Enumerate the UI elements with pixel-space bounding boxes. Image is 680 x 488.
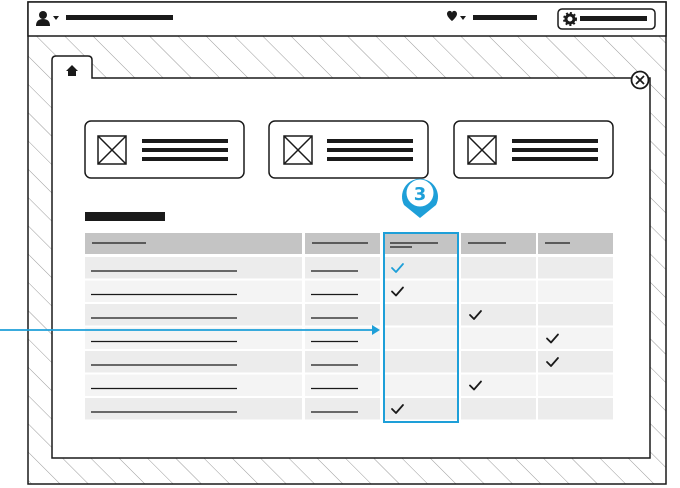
table-row-cell <box>383 398 459 420</box>
card-text-line <box>142 157 228 161</box>
table-row-cell <box>461 257 536 279</box>
table-row-cell <box>538 351 613 373</box>
image-placeholder-icon <box>97 135 127 165</box>
table-row-cell <box>538 257 613 279</box>
table-row-cell <box>85 304 302 326</box>
callout-number: 3 <box>414 184 427 205</box>
table-row-cell <box>538 398 613 420</box>
table-row-cell <box>85 351 302 373</box>
table-row-cell <box>538 327 613 349</box>
card[interactable] <box>268 120 429 179</box>
card-text-line <box>142 148 228 152</box>
card-text-line <box>327 148 413 152</box>
table-row-cell <box>461 280 536 302</box>
close-button[interactable] <box>630 70 650 90</box>
card[interactable] <box>453 120 614 179</box>
table-row-cell <box>383 304 459 326</box>
card-text-line <box>327 139 413 143</box>
table-row-cell <box>383 374 459 396</box>
table-row-cell <box>305 398 380 420</box>
settings-label-placeholder <box>580 16 647 21</box>
card-text-line <box>327 157 413 161</box>
table-row-cell <box>383 257 459 279</box>
table-row-cell <box>538 374 613 396</box>
table-row-cell <box>85 257 302 279</box>
table-row-cell <box>383 351 459 373</box>
table-row-cell <box>305 257 380 279</box>
table-row-cell <box>461 304 536 326</box>
wireframe-canvas: 3 <box>0 1 667 485</box>
table-row-cell <box>85 398 302 420</box>
favorites-label-placeholder <box>473 15 537 20</box>
image-placeholder-icon <box>467 135 497 165</box>
settings-button[interactable] <box>557 8 656 30</box>
table-row-cell <box>305 374 380 396</box>
table-row-cell <box>383 327 459 349</box>
card-text-line <box>512 157 598 161</box>
table-row-cell <box>461 374 536 396</box>
table-row-cell <box>305 280 380 302</box>
card-text-line <box>142 139 228 143</box>
image-placeholder-icon <box>283 135 313 165</box>
card-row <box>84 120 614 179</box>
table-row-cell <box>85 280 302 302</box>
table-row-cell <box>85 374 302 396</box>
table-row-cell <box>461 327 536 349</box>
table-row-cell <box>538 304 613 326</box>
table-row-cell <box>305 304 380 326</box>
table-row-cell <box>305 351 380 373</box>
user-name-placeholder <box>66 15 173 20</box>
card[interactable] <box>84 120 245 179</box>
table-row-cell <box>461 351 536 373</box>
card-text-line <box>512 139 598 143</box>
section-heading-placeholder <box>85 212 165 221</box>
table-row-cell <box>383 280 459 302</box>
table-row-cell <box>461 398 536 420</box>
table-row-cell <box>538 280 613 302</box>
card-text-line <box>512 148 598 152</box>
